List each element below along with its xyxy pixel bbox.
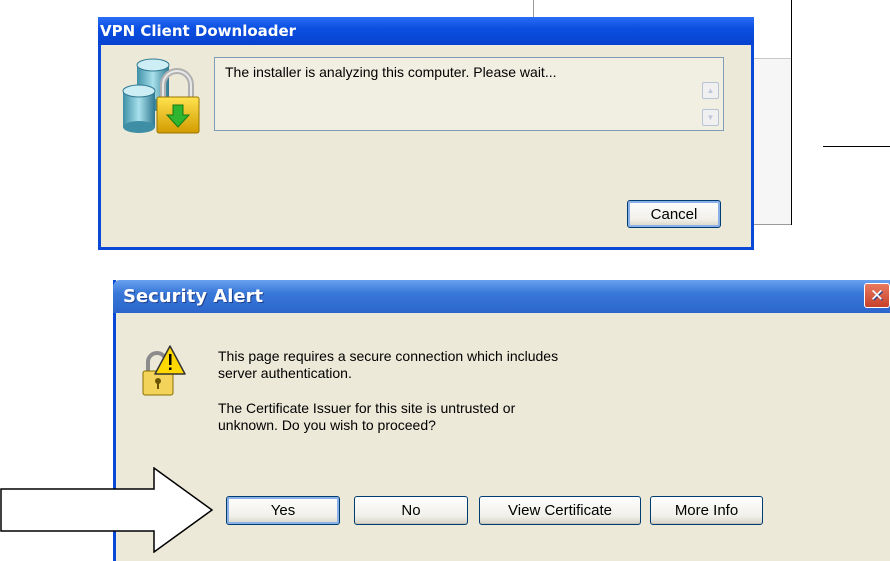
cancel-button[interactable]: Cancel — [627, 200, 721, 228]
view-certificate-label: View Certificate — [508, 502, 612, 519]
more-info-label: More Info — [674, 502, 739, 519]
security-message-1: This page requires a secure connection w… — [218, 348, 558, 382]
security-message-1b: server authentication. — [218, 365, 352, 381]
installer-dialog-titlebar[interactable]: VPN Client Downloader — [98, 17, 754, 45]
close-icon: ✕ — [869, 285, 885, 306]
more-info-button[interactable]: More Info — [650, 496, 763, 525]
scroll-up-button[interactable]: ▲ — [702, 82, 719, 99]
security-message-1a: This page requires a secure connection w… — [218, 348, 559, 364]
background-vertical-line — [791, 0, 792, 225]
cancel-label: Cancel — [650, 205, 698, 223]
security-message-2: The Certificate Issuer for this site is … — [218, 400, 515, 434]
scroll-down-button[interactable]: ▼ — [702, 109, 719, 126]
no-button[interactable]: No — [354, 496, 468, 525]
installer-message-box: The installer is analyzing this computer… — [214, 57, 724, 131]
yes-label: Yes — [270, 502, 296, 519]
security-message-2a: The Certificate Issuer for this site is … — [218, 400, 516, 416]
installer-message: The installer is analyzing this computer… — [225, 64, 557, 80]
warning-lock-icon — [142, 345, 186, 396]
view-certificate-button[interactable]: View Certificate — [479, 496, 641, 525]
close-button[interactable]: ✕ — [864, 283, 890, 308]
background-horizontal-line — [823, 146, 890, 147]
yes-button[interactable]: Yes — [226, 496, 340, 525]
security-alert-title: Security Alert — [123, 286, 264, 307]
installer-dialog-title: VPN Client Downloader — [100, 22, 297, 40]
arrow-right-icon — [0, 467, 214, 553]
no-label: No — [401, 502, 421, 519]
security-message-2b: unknown. Do you wish to proceed? — [218, 417, 436, 433]
database-lock-icon — [122, 58, 200, 134]
security-alert-titlebar[interactable]: Security Alert ✕ — [113, 280, 890, 313]
installer-dialog: VPN Client Downloader The installer is a… — [98, 17, 754, 250]
